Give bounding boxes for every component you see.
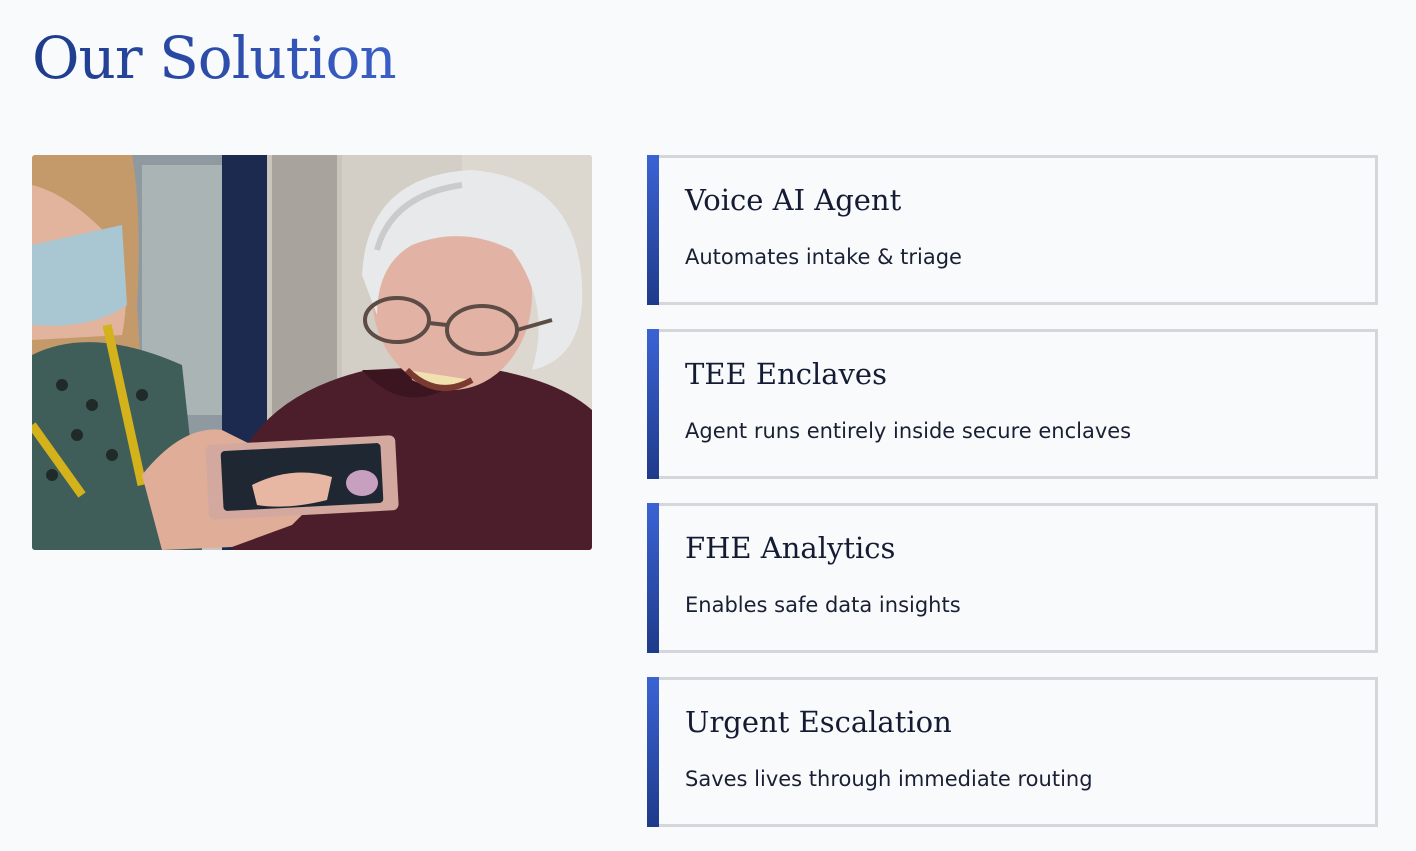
card-description: Automates intake & triage: [685, 245, 962, 269]
card-title: Urgent Escalation: [685, 705, 952, 739]
card-description: Enables safe data insights: [685, 593, 961, 617]
card-title: FHE Analytics: [685, 531, 896, 565]
card-title: TEE Enclaves: [685, 357, 887, 391]
solution-cards: Voice AI Agent Automates intake & triage…: [647, 155, 1378, 851]
caregiver-photo: [32, 155, 592, 550]
page-title: Our Solution: [32, 24, 397, 92]
card-description: Agent runs entirely inside secure enclav…: [685, 419, 1132, 443]
solution-card-tee-enclaves[interactable]: TEE Enclaves Agent runs entirely inside …: [647, 329, 1378, 479]
solution-card-fhe-analytics[interactable]: FHE Analytics Enables safe data insights: [647, 503, 1378, 653]
solution-card-urgent-escalation[interactable]: Urgent Escalation Saves lives through im…: [647, 677, 1378, 827]
card-description: Saves lives through immediate routing: [685, 767, 1093, 791]
solution-card-voice-ai-agent[interactable]: Voice AI Agent Automates intake & triage: [647, 155, 1378, 305]
card-title: Voice AI Agent: [685, 183, 902, 217]
